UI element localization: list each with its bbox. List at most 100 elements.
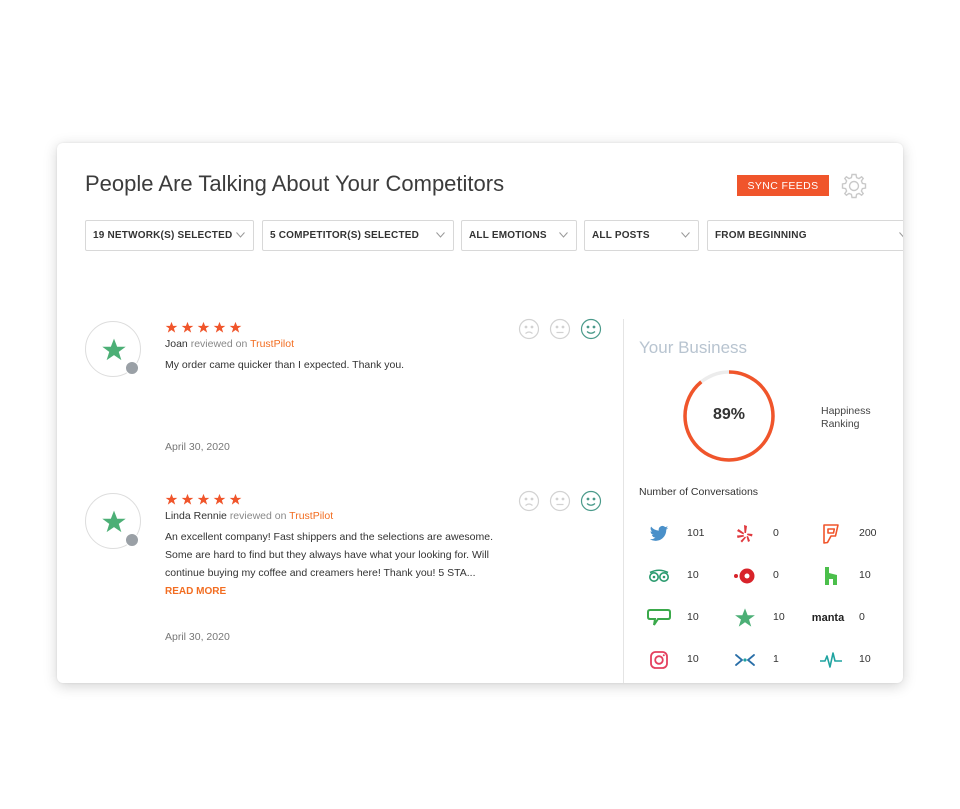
network-count-houzz[interactable]: 10 (819, 564, 899, 588)
happiness-percent: 89% (712, 406, 746, 423)
sad-face-icon[interactable] (518, 490, 540, 512)
network-count-citysearch[interactable]: 10 (647, 606, 727, 630)
network-count: 10 (687, 569, 699, 581)
star-icon (213, 321, 226, 333)
chevron-down-icon (436, 232, 445, 238)
network-count-instagram[interactable]: 10 (647, 648, 727, 672)
twitter-icon (647, 522, 671, 546)
review-item: Joan reviewed on TrustPilot My order cam… (85, 318, 625, 461)
competitor-filter[interactable]: 5 COMPETITOR(S) SELECTED (262, 220, 454, 251)
sync-feeds-button[interactable]: SYNC FEEDS (737, 175, 829, 196)
network-count-opentable[interactable]: 0 (733, 564, 813, 588)
neutral-face-icon[interactable] (549, 490, 571, 512)
rating-stars (165, 493, 242, 507)
network-count-tripadvisor[interactable]: 10 (647, 564, 727, 588)
emotion-filter[interactable]: ALL EMOTIONS (461, 220, 577, 251)
network-count: 10 (859, 569, 871, 581)
review-source-link[interactable]: TrustPilot (250, 338, 294, 350)
houzz-icon (819, 564, 843, 588)
star-icon (197, 493, 210, 505)
review-source-link[interactable]: TrustPilot (289, 510, 333, 522)
star-icon (213, 493, 226, 505)
review-author: Linda Rennie (165, 510, 227, 522)
manta-logo-text: manta (811, 612, 845, 624)
network-count: 200 (859, 527, 877, 539)
reviewed-on-label: reviewed on (229, 510, 287, 522)
star-icon (165, 493, 178, 505)
network-count: 0 (859, 611, 865, 623)
network-count-yelp[interactable]: 0 (733, 522, 813, 546)
network-count: 10 (859, 653, 871, 665)
network-count-manta[interactable]: manta 0 (809, 606, 899, 630)
chevron-down-icon (681, 232, 690, 238)
yelp-icon (733, 522, 757, 546)
network-count-ratings[interactable]: 1 (733, 648, 813, 672)
network-count-foursquare[interactable]: 200 (819, 522, 899, 546)
healthgrades-icon (819, 648, 843, 672)
sad-face-icon[interactable] (518, 318, 540, 340)
user-icon (125, 361, 139, 375)
network-count: 10 (773, 611, 785, 623)
network-count-healthgrades[interactable]: 10 (819, 648, 899, 672)
review-byline: Joan reviewed on TrustPilot (165, 338, 294, 350)
date-filter-label: FROM BEGINNING (715, 230, 807, 241)
citysearch-icon (647, 606, 671, 630)
chevron-down-icon (236, 232, 245, 238)
happy-face-icon[interactable] (580, 490, 602, 512)
happy-face-icon[interactable] (580, 318, 602, 340)
network-count-twitter[interactable]: 101 (647, 522, 727, 546)
date-filter[interactable]: FROM BEGINNING (707, 220, 903, 251)
network-count: 1 (773, 653, 779, 665)
ratings-icon (733, 648, 757, 672)
review-date: April 30, 2020 (165, 631, 230, 643)
trustpilot-icon (733, 606, 757, 630)
review-item: Linda Rennie reviewed on TrustPilot An e… (85, 490, 625, 653)
review-text: An excellent company! Fast shippers and … (165, 528, 505, 601)
star-icon (181, 321, 194, 333)
tripadvisor-icon (647, 564, 671, 588)
star-icon (165, 321, 178, 333)
review-body: An excellent company! Fast shippers and … (165, 531, 494, 579)
network-count: 101 (687, 527, 705, 539)
star-icon (181, 493, 194, 505)
review-author: Joan (165, 338, 188, 350)
competitor-feed-card: People Are Talking About Your Competitor… (57, 143, 903, 683)
network-count: 0 (773, 527, 779, 539)
avatar (85, 321, 141, 377)
star-icon (229, 493, 242, 505)
reviewed-on-label: reviewed on (190, 338, 248, 350)
foursquare-icon (819, 522, 843, 546)
gear-icon[interactable] (839, 171, 869, 201)
conversations-title: Number of Conversations (639, 486, 759, 498)
emotion-filter-label: ALL EMOTIONS (469, 230, 547, 241)
business-title: Your Business (639, 338, 748, 357)
rating-stars (165, 321, 242, 335)
network-filter[interactable]: 19 NETWORK(S) SELECTED (85, 220, 254, 251)
network-filter-label: 19 NETWORK(S) SELECTED (93, 230, 233, 241)
instagram-icon (647, 648, 671, 672)
chevron-down-icon (559, 232, 568, 238)
review-date: April 30, 2020 (165, 441, 230, 453)
emotion-selector (518, 490, 602, 512)
read-more-link[interactable]: READ MORE (165, 586, 226, 597)
trustpilot-star-icon (102, 510, 126, 533)
review-text: My order came quicker than I expected. T… (165, 356, 505, 374)
manta-icon: manta (809, 606, 847, 630)
neutral-face-icon[interactable] (549, 318, 571, 340)
star-icon (229, 321, 242, 333)
opentable-icon (733, 564, 757, 588)
avatar (85, 493, 141, 549)
network-count: 10 (687, 653, 699, 665)
network-count: 10 (687, 611, 699, 623)
review-byline: Linda Rennie reviewed on TrustPilot (165, 510, 333, 522)
chevron-down-icon (899, 232, 903, 238)
page-title: People Are Talking About Your Competitor… (85, 171, 505, 196)
review-body: My order came quicker than I expected. T… (165, 359, 405, 371)
emotion-selector (518, 318, 602, 340)
user-icon (125, 533, 139, 547)
network-count-trustpilot[interactable]: 10 (733, 606, 813, 630)
posts-filter-label: ALL POSTS (592, 230, 650, 241)
posts-filter[interactable]: ALL POSTS (584, 220, 699, 251)
panel-divider (623, 319, 624, 683)
happiness-label: Happiness Ranking (821, 405, 871, 430)
